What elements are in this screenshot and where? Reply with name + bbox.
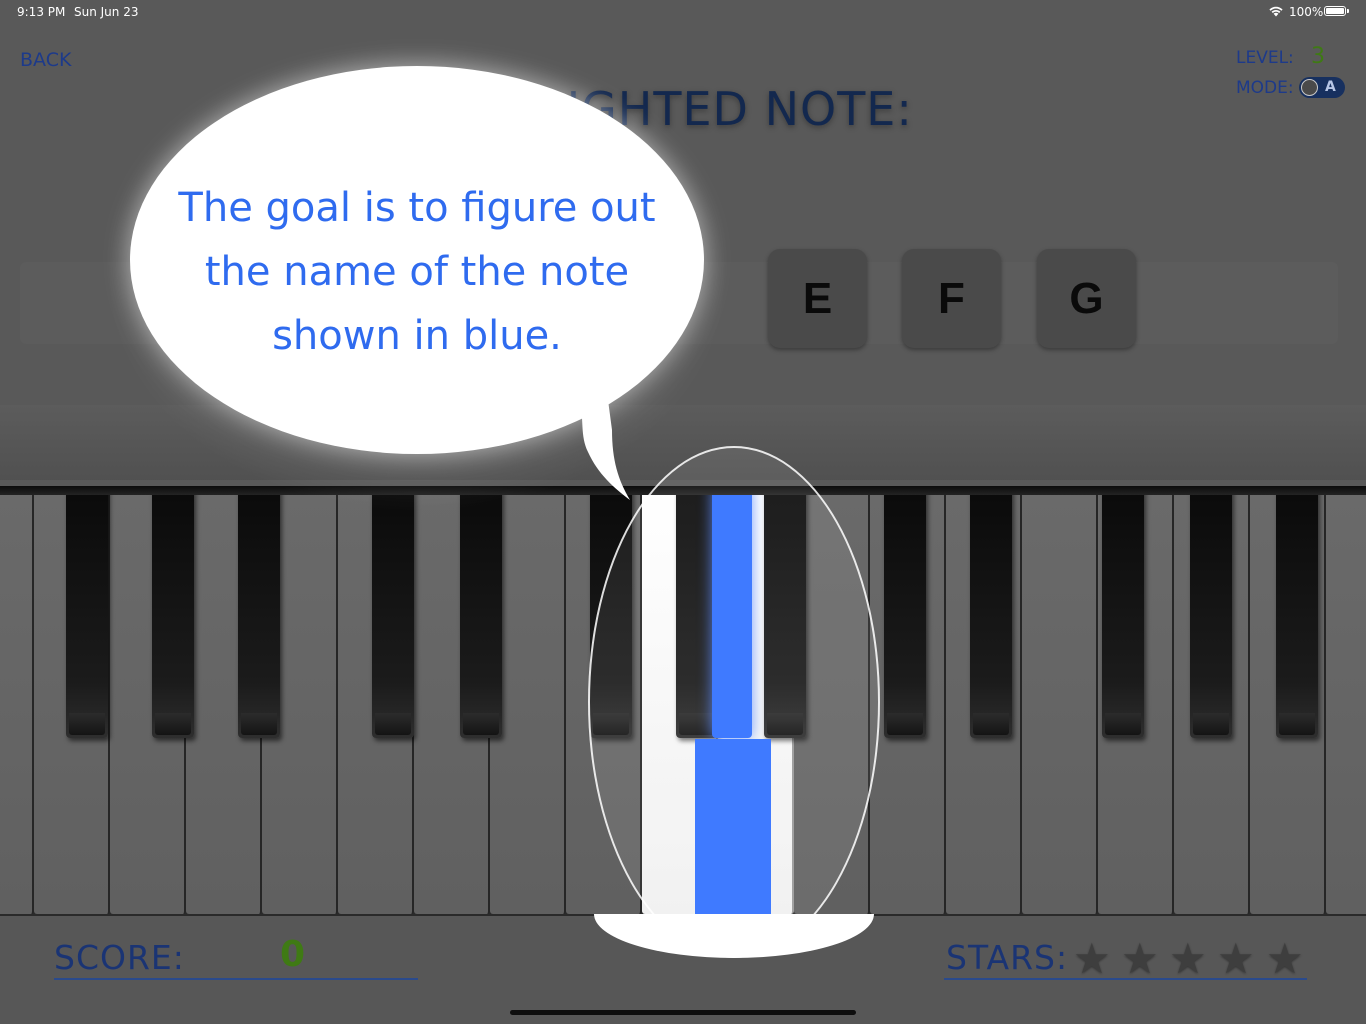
- star-icon: ★: [1217, 934, 1255, 983]
- white-key[interactable]: [0, 486, 34, 914]
- speech-bubble-tail: [580, 400, 630, 500]
- status-date: Sun Jun 23: [74, 5, 139, 19]
- star-icon: ★: [1169, 934, 1207, 983]
- stars-underline: [944, 978, 1307, 980]
- white-key[interactable]: [1326, 486, 1366, 914]
- star-icon: ★: [1121, 934, 1159, 983]
- battery-percent: 100%: [1289, 5, 1324, 19]
- tutorial-line: shown in blue.: [272, 313, 562, 359]
- black-key[interactable]: [1190, 486, 1232, 738]
- black-key[interactable]: [970, 486, 1012, 738]
- black-key[interactable]: [1102, 486, 1144, 738]
- battery-icon: [1324, 6, 1349, 16]
- black-key[interactable]: [460, 486, 502, 738]
- level-label: LEVEL:: [1236, 48, 1294, 68]
- mode-value: A: [1325, 79, 1336, 95]
- black-key[interactable]: [238, 486, 280, 738]
- home-indicator[interactable]: [510, 1010, 856, 1015]
- status-bar: 9:13 PM Sun Jun 23 100%: [0, 0, 1366, 24]
- mode-toggle[interactable]: A: [1299, 77, 1345, 98]
- score-underline: [54, 978, 418, 980]
- tutorial-line: the name of the note: [204, 249, 630, 295]
- note-button-f[interactable]: F: [902, 249, 1001, 348]
- star-icon: ★: [1073, 934, 1111, 983]
- tutorial-text: The goal is to figure out the name of th…: [150, 176, 684, 368]
- back-button[interactable]: BACK: [20, 49, 71, 71]
- black-key[interactable]: [372, 486, 414, 738]
- black-key[interactable]: [66, 486, 108, 738]
- toggle-knob: [1301, 79, 1318, 96]
- note-button-e[interactable]: E: [768, 249, 867, 348]
- wifi-icon: [1269, 6, 1283, 17]
- score-label: SCORE:: [54, 938, 185, 977]
- black-key[interactable]: [1276, 486, 1318, 738]
- score-value: 0: [280, 934, 306, 975]
- tutorial-line: The goal is to figure out: [178, 185, 656, 231]
- black-key[interactable]: [884, 486, 926, 738]
- stars-label: STARS:: [946, 938, 1069, 977]
- note-button-g[interactable]: G: [1037, 249, 1136, 348]
- star-icon: ★: [1266, 934, 1304, 983]
- white-key[interactable]: [1022, 486, 1098, 914]
- mode-label: MODE:: [1236, 78, 1294, 98]
- status-time: 9:13 PM: [17, 5, 66, 19]
- black-key[interactable]: [152, 486, 194, 738]
- spotlight-highlight: [588, 446, 880, 958]
- level-value: 3: [1311, 44, 1325, 69]
